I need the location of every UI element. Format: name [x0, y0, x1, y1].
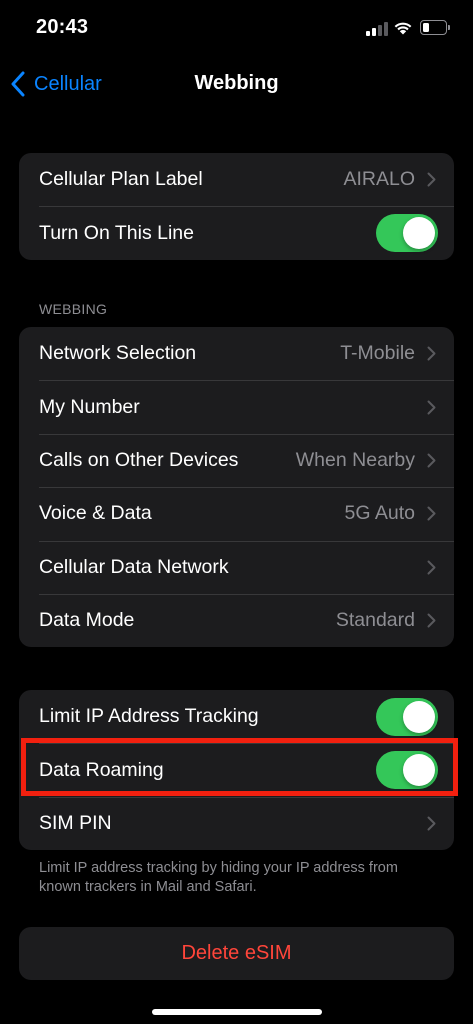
- chevron-right-icon: [427, 506, 436, 521]
- row-label: Data Mode: [39, 609, 135, 632]
- navigation-bar: Cellular Webbing: [0, 60, 473, 108]
- network-selection-row[interactable]: Network Selection T-Mobile: [19, 327, 454, 380]
- chevron-right-icon: [427, 453, 436, 468]
- home-indicator: [152, 1009, 322, 1015]
- chevron-right-icon: [427, 346, 436, 361]
- cellular-signal-icon: [366, 22, 388, 36]
- row-value: Standard: [335, 609, 415, 632]
- limit-ip-tracking-toggle[interactable]: [376, 697, 438, 736]
- chevron-right-icon: [427, 400, 436, 415]
- row-label: Cellular Data Network: [39, 555, 229, 578]
- row-value: 5G Auto: [344, 502, 415, 525]
- row-value: AIRALO: [343, 168, 415, 191]
- row-label: Data Roaming: [39, 758, 164, 781]
- footer-note: Limit IP address tracking by hiding your…: [39, 860, 398, 895]
- row-value: T-Mobile: [340, 342, 415, 365]
- delete-esim-button[interactable]: Delete eSIM: [19, 927, 454, 980]
- webbing-settings-group: Network Selection T-Mobile My Number Cal…: [19, 327, 454, 648]
- calls-on-other-devices-row[interactable]: Calls on Other Devices When Nearby: [19, 433, 454, 487]
- section-header: WEBBING: [39, 301, 108, 317]
- chevron-right-icon: [427, 560, 436, 575]
- row-label: Calls on Other Devices: [39, 448, 239, 471]
- line-settings-group: Cellular Plan Label AIRALO Turn On This …: [19, 153, 454, 260]
- row-label: Limit IP Address Tracking: [39, 705, 259, 728]
- row-label: SIM PIN: [39, 811, 112, 834]
- sim-pin-row[interactable]: SIM PIN: [19, 796, 454, 850]
- wifi-icon: [394, 22, 412, 35]
- chevron-right-icon: [427, 613, 436, 628]
- data-mode-row[interactable]: Data Mode Standard: [19, 593, 454, 647]
- privacy-roaming-group: Limit IP Address Tracking Data Roaming S…: [19, 690, 454, 851]
- turn-on-this-line-row: Turn On This Line: [19, 206, 454, 259]
- row-label: Voice & Data: [39, 502, 152, 525]
- limit-ip-tracking-row: Limit IP Address Tracking: [19, 690, 454, 743]
- my-number-row[interactable]: My Number: [19, 380, 454, 433]
- battery-icon: [420, 20, 450, 35]
- row-label: My Number: [39, 395, 140, 418]
- data-roaming-row: Data Roaming: [19, 743, 454, 796]
- row-label: Turn On This Line: [39, 221, 194, 244]
- row-label: Cellular Plan Label: [39, 168, 203, 191]
- chevron-right-icon: [427, 172, 436, 187]
- chevron-right-icon: [427, 816, 436, 831]
- status-bar: 20:43: [0, 0, 473, 56]
- data-roaming-toggle[interactable]: [376, 751, 438, 790]
- cellular-data-network-row[interactable]: Cellular Data Network: [19, 540, 454, 594]
- page-title: Webbing: [194, 72, 279, 94]
- turn-on-this-line-toggle[interactable]: [376, 214, 438, 253]
- cellular-plan-label-row[interactable]: Cellular Plan Label AIRALO: [19, 153, 454, 206]
- voice-and-data-row[interactable]: Voice & Data 5G Auto: [19, 487, 454, 540]
- row-label: Network Selection: [39, 342, 197, 365]
- row-value: When Nearby: [295, 448, 415, 471]
- status-time: 20:43: [36, 16, 89, 38]
